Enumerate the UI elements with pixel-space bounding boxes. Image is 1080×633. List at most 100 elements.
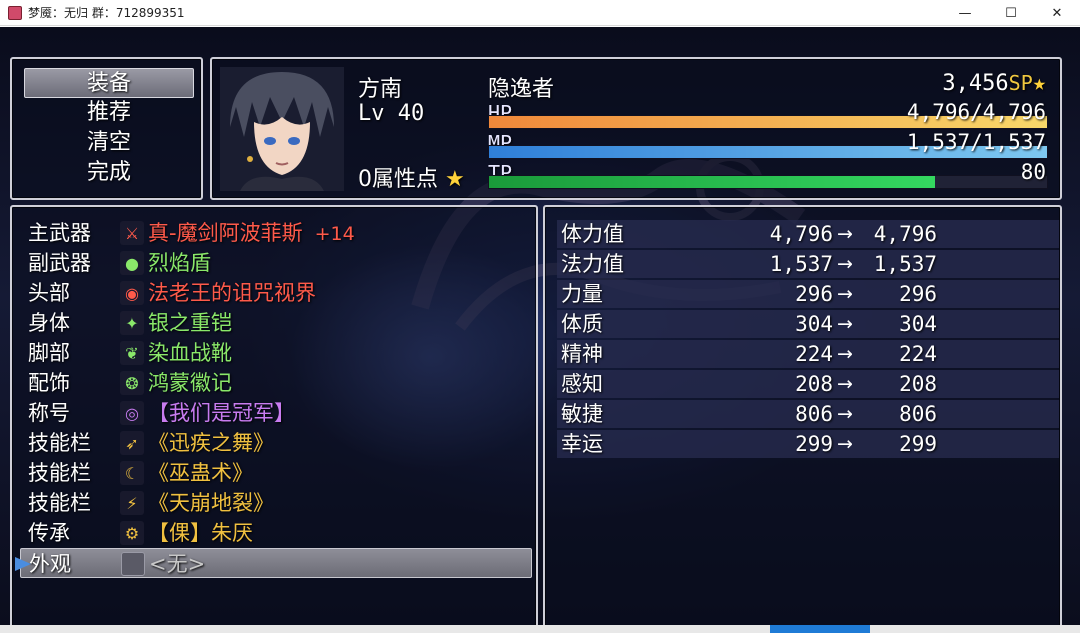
equipment-slot-row[interactable]: 技能栏 ☾ 《巫蛊术》: [20, 458, 532, 488]
armor-icon: ✦: [120, 311, 144, 335]
stat-new-value: 1,537: [873, 252, 937, 276]
equipment-item-name-text: 染血战靴: [148, 341, 232, 365]
attribute-points-label: 0属性点: [358, 167, 438, 192]
equipment-slot-label: 称号: [28, 401, 70, 425]
hp-value: 4,796/4,796: [906, 100, 1046, 124]
equipment-item-name-text: 《天崩地裂》: [148, 491, 274, 515]
equipment-slot-label: 技能栏: [28, 491, 91, 515]
equipment-slot-label: 配饰: [28, 371, 70, 395]
tp-value: 80: [1020, 160, 1046, 184]
equipment-item-name-text: 【我们是冠军】: [148, 401, 295, 425]
stat-row: 体质 304 → 304: [557, 310, 1059, 338]
equipment-slot-label: 外观: [29, 552, 71, 576]
skill-witchcraft-icon: ☾: [120, 461, 144, 485]
equipment-item-name-text: 真-魔剑阿波菲斯: [148, 221, 303, 245]
equipment-slot-label: 身体: [28, 311, 70, 335]
menu-equip-button[interactable]: 装备: [24, 68, 194, 98]
empty-slot-icon: [121, 552, 145, 576]
equipment-slot-row[interactable]: 身体 ✦ 银之重铠: [20, 308, 532, 338]
stat-current-value: 299: [795, 432, 833, 456]
window-controls: — ☐ ✕: [942, 0, 1080, 26]
menu-recommend-button[interactable]: 推荐: [24, 98, 194, 128]
stat-name: 力量: [561, 282, 603, 306]
equipment-item-name-text: 鸿蒙徽记: [148, 371, 232, 395]
window-title: 梦魇：无归 群：712899351: [28, 6, 185, 20]
equipment-slot-row[interactable]: 头部 ◉ 法老王的诅咒视界: [20, 278, 532, 308]
actor-status-panel: 方南 Lv 40 隐逸者 0属性点 ★ 3,456SP★ HP 4,796/4,…: [210, 57, 1062, 200]
equipment-item-name-text: 银之重铠: [148, 311, 232, 335]
equipment-slot-row[interactable]: 配饰 ❂ 鸿蒙徽记: [20, 368, 532, 398]
equipment-slot-label: 脚部: [28, 341, 70, 365]
equipment-slot-row[interactable]: 主武器 ⚔ 真-魔剑阿波菲斯 +14: [20, 218, 532, 248]
equipment-slot-row[interactable]: 外观 <无>: [15, 548, 532, 579]
menu-clear-button[interactable]: 清空: [24, 128, 194, 158]
stat-row: 敏捷 806 → 806: [557, 400, 1059, 428]
equipment-item-name-text: 《迅疾之舞》: [148, 431, 274, 455]
stat-name: 感知: [561, 372, 603, 396]
stat-current-value: 208: [795, 372, 833, 396]
sword-icon: ⚔: [120, 221, 144, 245]
equipment-slot-row[interactable]: 脚部 ❦ 染血战靴: [20, 338, 532, 368]
stat-name: 精神: [561, 342, 603, 366]
star-icon: ★: [445, 167, 465, 192]
equipment-slot-label: 头部: [28, 281, 70, 305]
equipment-slot-label: 副武器: [28, 251, 91, 275]
skill-dance-icon: ➶: [120, 431, 144, 455]
menu-done-button[interactable]: 完成: [24, 158, 194, 188]
equipment-slot-row[interactable]: 技能栏 ➶ 《迅疾之舞》: [20, 428, 532, 458]
stat-row: 幸运 299 → 299: [557, 430, 1059, 458]
equipment-slot-row[interactable]: 称号 ◎ 【我们是冠军】: [20, 398, 532, 428]
stat-new-value: 299: [899, 432, 937, 456]
equipment-item-name-text: 《巫蛊术》: [148, 461, 253, 485]
stat-current-value: 304: [795, 312, 833, 336]
game-screen: 装备 推荐 清空 完成 方南 Lv 40 隐逸者 0属性点 ★ 3,456SP★…: [0, 27, 1080, 625]
stat-new-value: 208: [899, 372, 937, 396]
boots-icon: ❦: [120, 341, 144, 365]
equipment-item-name-text: 【倮】朱厌: [148, 521, 253, 545]
equipment-slot-row[interactable]: 副武器 ● 烈焰盾: [20, 248, 532, 278]
mp-value: 1,537/1,537: [906, 130, 1046, 154]
equipment-item-name: 真-魔剑阿波菲斯 +14: [148, 218, 355, 249]
stat-new-value: 4,796: [873, 222, 937, 246]
window-titlebar: 梦魇：无归 群：712899351 — ☐ ✕: [0, 0, 1080, 26]
equipment-item-name: 染血战靴: [148, 338, 232, 368]
sp-value: 3,456: [942, 71, 1009, 96]
stat-current-value: 806: [795, 402, 833, 426]
equipment-item-name: 法老王的诅咒视界: [148, 278, 316, 308]
equipment-slot-row[interactable]: 传承 ⚙ 【倮】朱厌: [20, 518, 532, 548]
stat-name: 幸运: [561, 432, 603, 456]
maximize-button[interactable]: ☐: [988, 0, 1034, 26]
equipment-item-name-text: 法老王的诅咒视界: [148, 281, 316, 305]
equipment-item-name: 烈焰盾: [148, 248, 211, 278]
tp-bar-fill: [489, 176, 936, 188]
stat-name: 体力值: [561, 222, 624, 246]
app-icon: [8, 5, 22, 20]
badge-icon: ❂: [120, 371, 144, 395]
equipment-item-name: <无>: [149, 549, 205, 579]
equipment-item-name-text: 烈焰盾: [148, 251, 211, 275]
stat-row: 力量 296 → 296: [557, 280, 1059, 308]
minimize-button[interactable]: —: [942, 0, 988, 26]
close-button[interactable]: ✕: [1034, 0, 1080, 26]
stat-comparison-panel: 体力值 4,796 → 4,796 法力值 1,537 → 1,537 力量 296 → 296 体质 3…: [543, 205, 1062, 625]
stat-current-value: 224: [795, 342, 833, 366]
shield-icon: ●: [120, 251, 144, 275]
actor-portrait: [220, 67, 344, 191]
equipment-slot-label: 技能栏: [28, 431, 91, 455]
equipment-slot-label: 技能栏: [28, 461, 91, 485]
stat-current-value: 1,537: [769, 252, 833, 276]
taskbar-active-item: [770, 625, 870, 633]
stat-row: 感知 208 → 208: [557, 370, 1059, 398]
equipment-item-name: 鸿蒙徽记: [148, 368, 232, 398]
actor-class: 隐逸者: [488, 77, 555, 102]
equipment-slot-label: 主武器: [28, 221, 91, 245]
sp-star-icon: ★: [1032, 71, 1046, 96]
stat-row: 体力值 4,796 → 4,796: [557, 220, 1059, 248]
stat-name: 法力值: [561, 252, 624, 276]
equipment-slot-row[interactable]: 技能栏 ⚡ 《天崩地裂》: [20, 488, 532, 518]
stat-new-value: 304: [899, 312, 937, 336]
equipment-item-name: 《迅疾之舞》: [148, 428, 274, 458]
tp-bar: [488, 175, 1048, 189]
stat-name: 体质: [561, 312, 603, 336]
attribute-points: 0属性点 ★: [358, 161, 465, 193]
